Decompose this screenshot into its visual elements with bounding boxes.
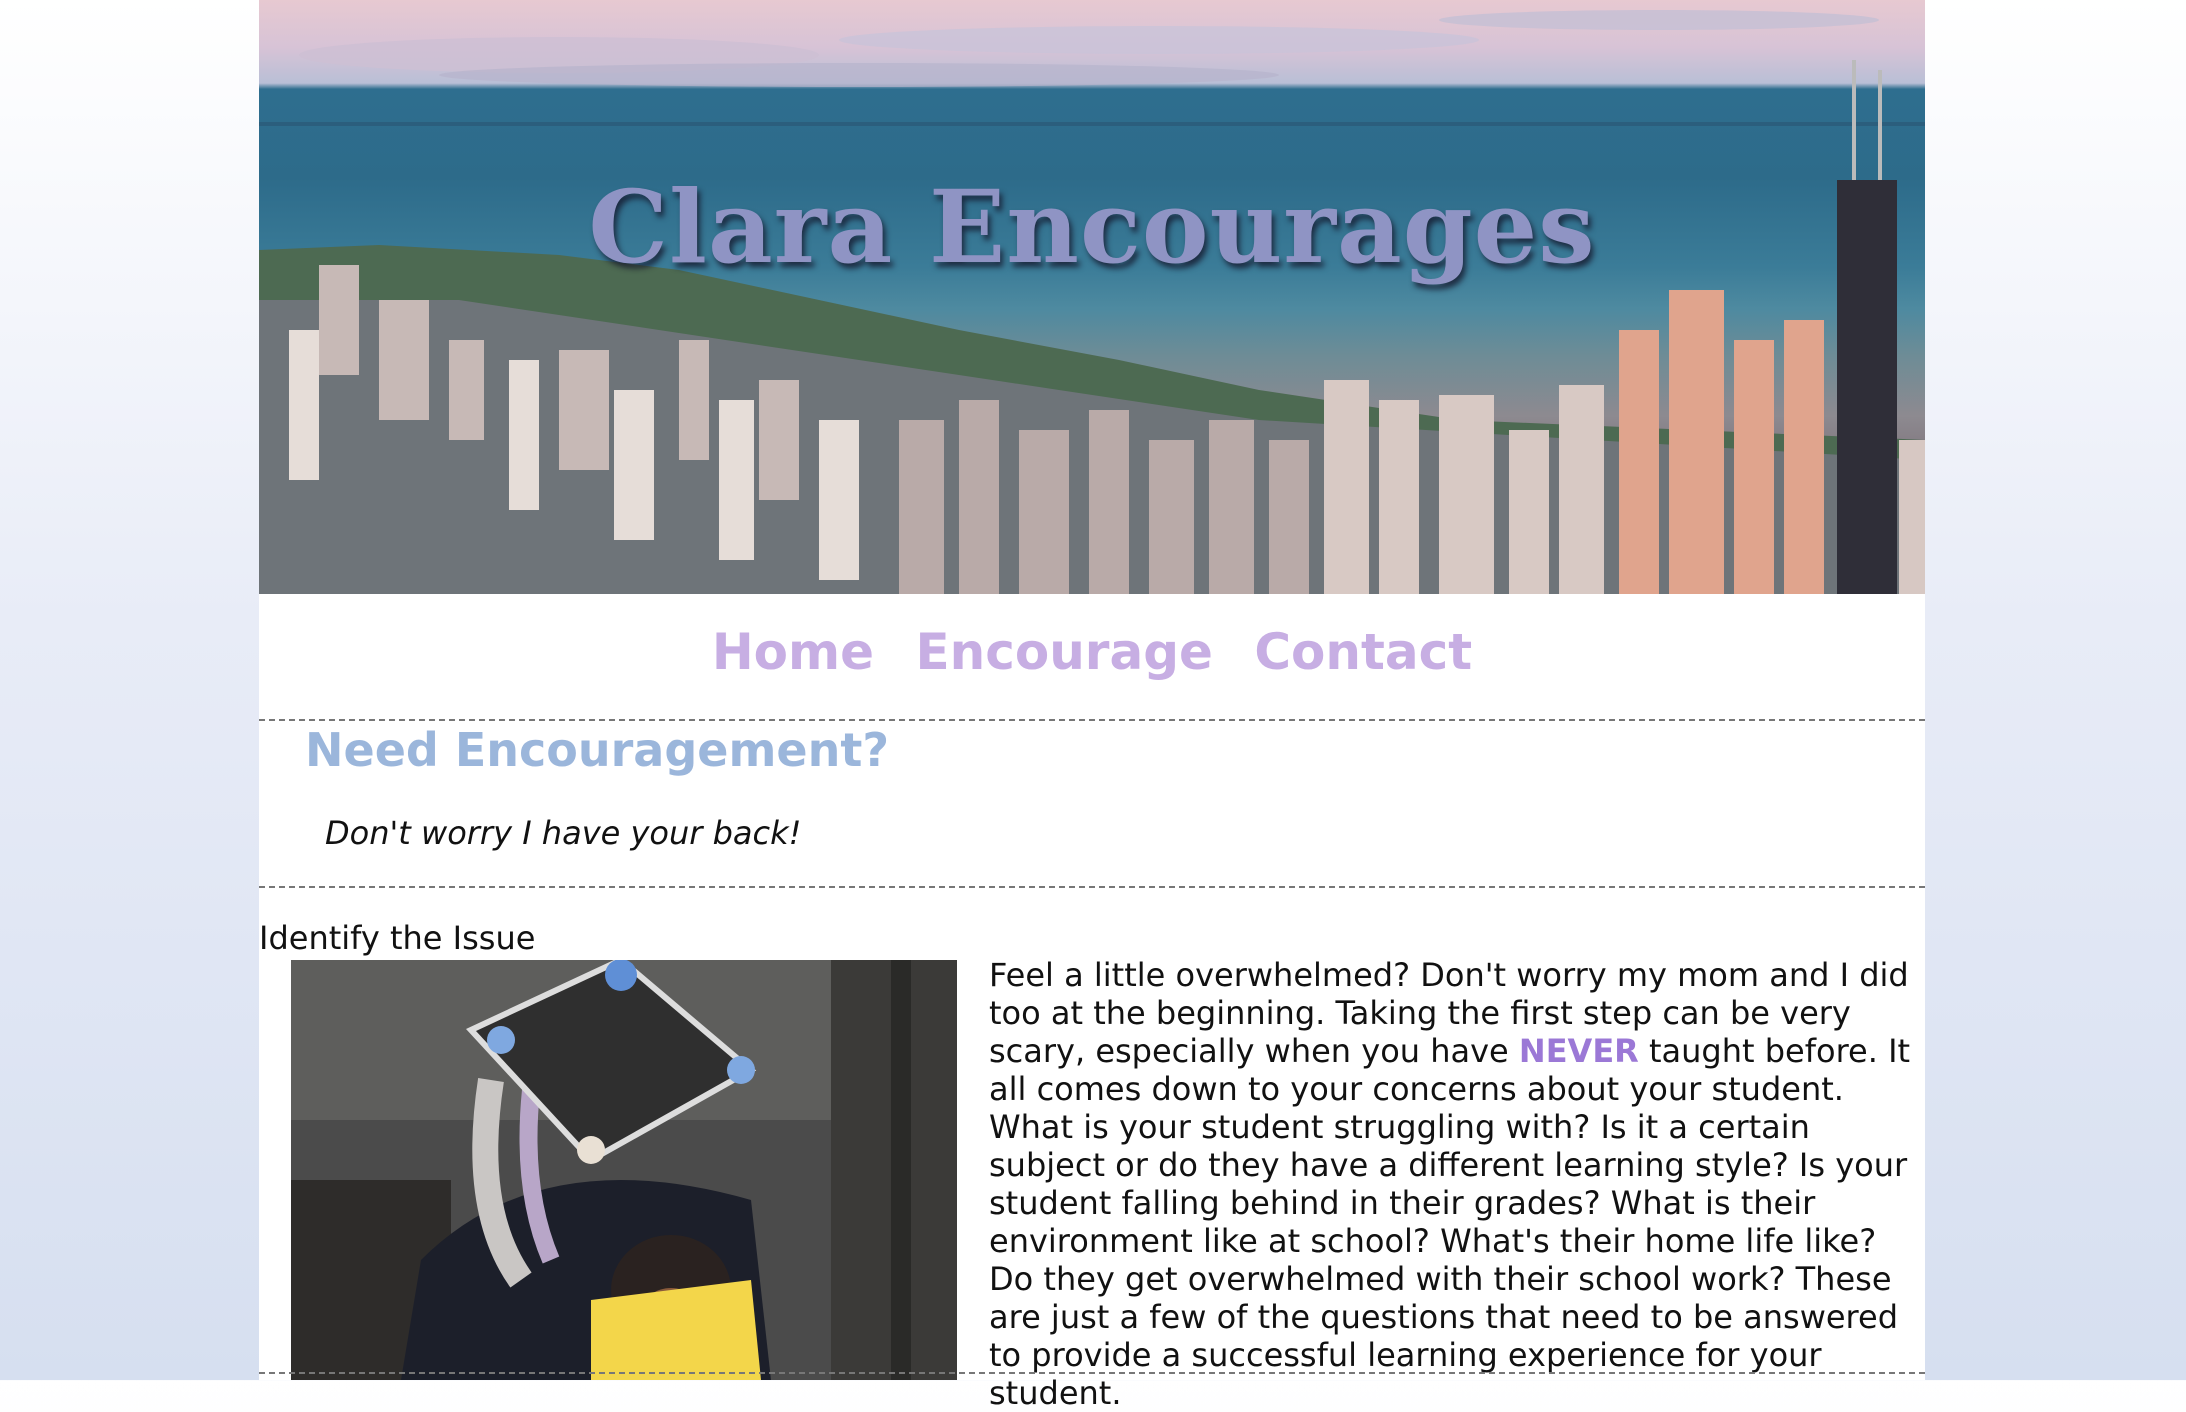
divider <box>259 1372 1925 1374</box>
emphasis-never: NEVER <box>1518 1032 1639 1070</box>
divider <box>259 886 1925 888</box>
body-text-part: taught before. It all comes down to your… <box>989 1032 1911 1412</box>
nav-home-link[interactable]: Home <box>712 622 874 682</box>
main-nav: Home Encourage Contact <box>259 594 1925 720</box>
city-skyline-image <box>259 10 1925 594</box>
site-title: Clara Encourages <box>588 168 1596 286</box>
page-container: Clara Encourages Home Encourage Contact … <box>259 0 1925 1412</box>
header-banner: Clara Encourages <box>259 0 1925 594</box>
graduate-with-dog-image <box>291 960 957 1380</box>
hero-heading: Need Encouragement? <box>305 723 890 777</box>
nav-contact-link[interactable]: Contact <box>1254 622 1472 682</box>
nav-encourage-link[interactable]: Encourage <box>915 622 1212 682</box>
section-title: Identify the Issue <box>259 919 536 957</box>
body-paragraph: Feel a little overwhelmed? Don't worry m… <box>989 956 1929 1412</box>
hero-subtitle: Don't worry I have your back! <box>325 814 802 852</box>
